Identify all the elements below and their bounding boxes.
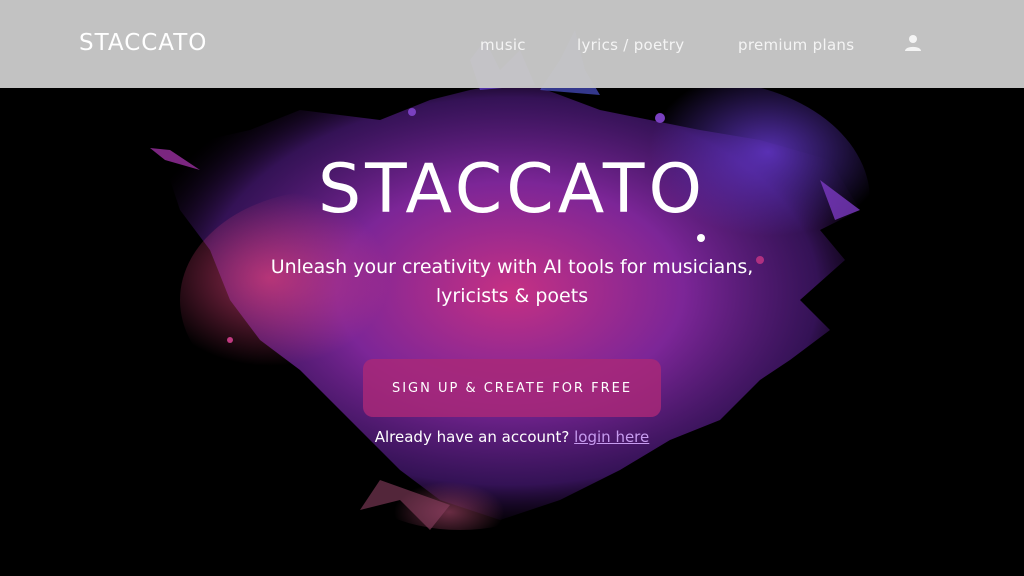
login-link[interactable]: login here: [574, 428, 649, 446]
signup-button[interactable]: SIGN UP & CREATE FOR FREE: [363, 359, 661, 417]
login-prompt-text: Already have an account?: [374, 428, 570, 446]
title-dot-decoration: [697, 234, 705, 242]
landing-page: STACCATO music lyrics / poetry premium p…: [0, 0, 1024, 576]
hero-tagline: Unleash your creativity with AI tools fo…: [270, 256, 754, 307]
nav-link-music[interactable]: music: [480, 36, 526, 54]
nav-link-premium-plans[interactable]: premium plans: [738, 36, 854, 54]
login-prompt-line: Already have an account? login here: [0, 428, 1024, 446]
user-icon[interactable]: [904, 34, 922, 52]
brand-logo[interactable]: STACCATO: [79, 30, 207, 56]
hero-title: STACCATO: [317, 150, 706, 229]
top-navbar: STACCATO music lyrics / poetry premium p…: [0, 0, 1024, 88]
nav-link-lyrics-poetry[interactable]: lyrics / poetry: [577, 36, 684, 54]
